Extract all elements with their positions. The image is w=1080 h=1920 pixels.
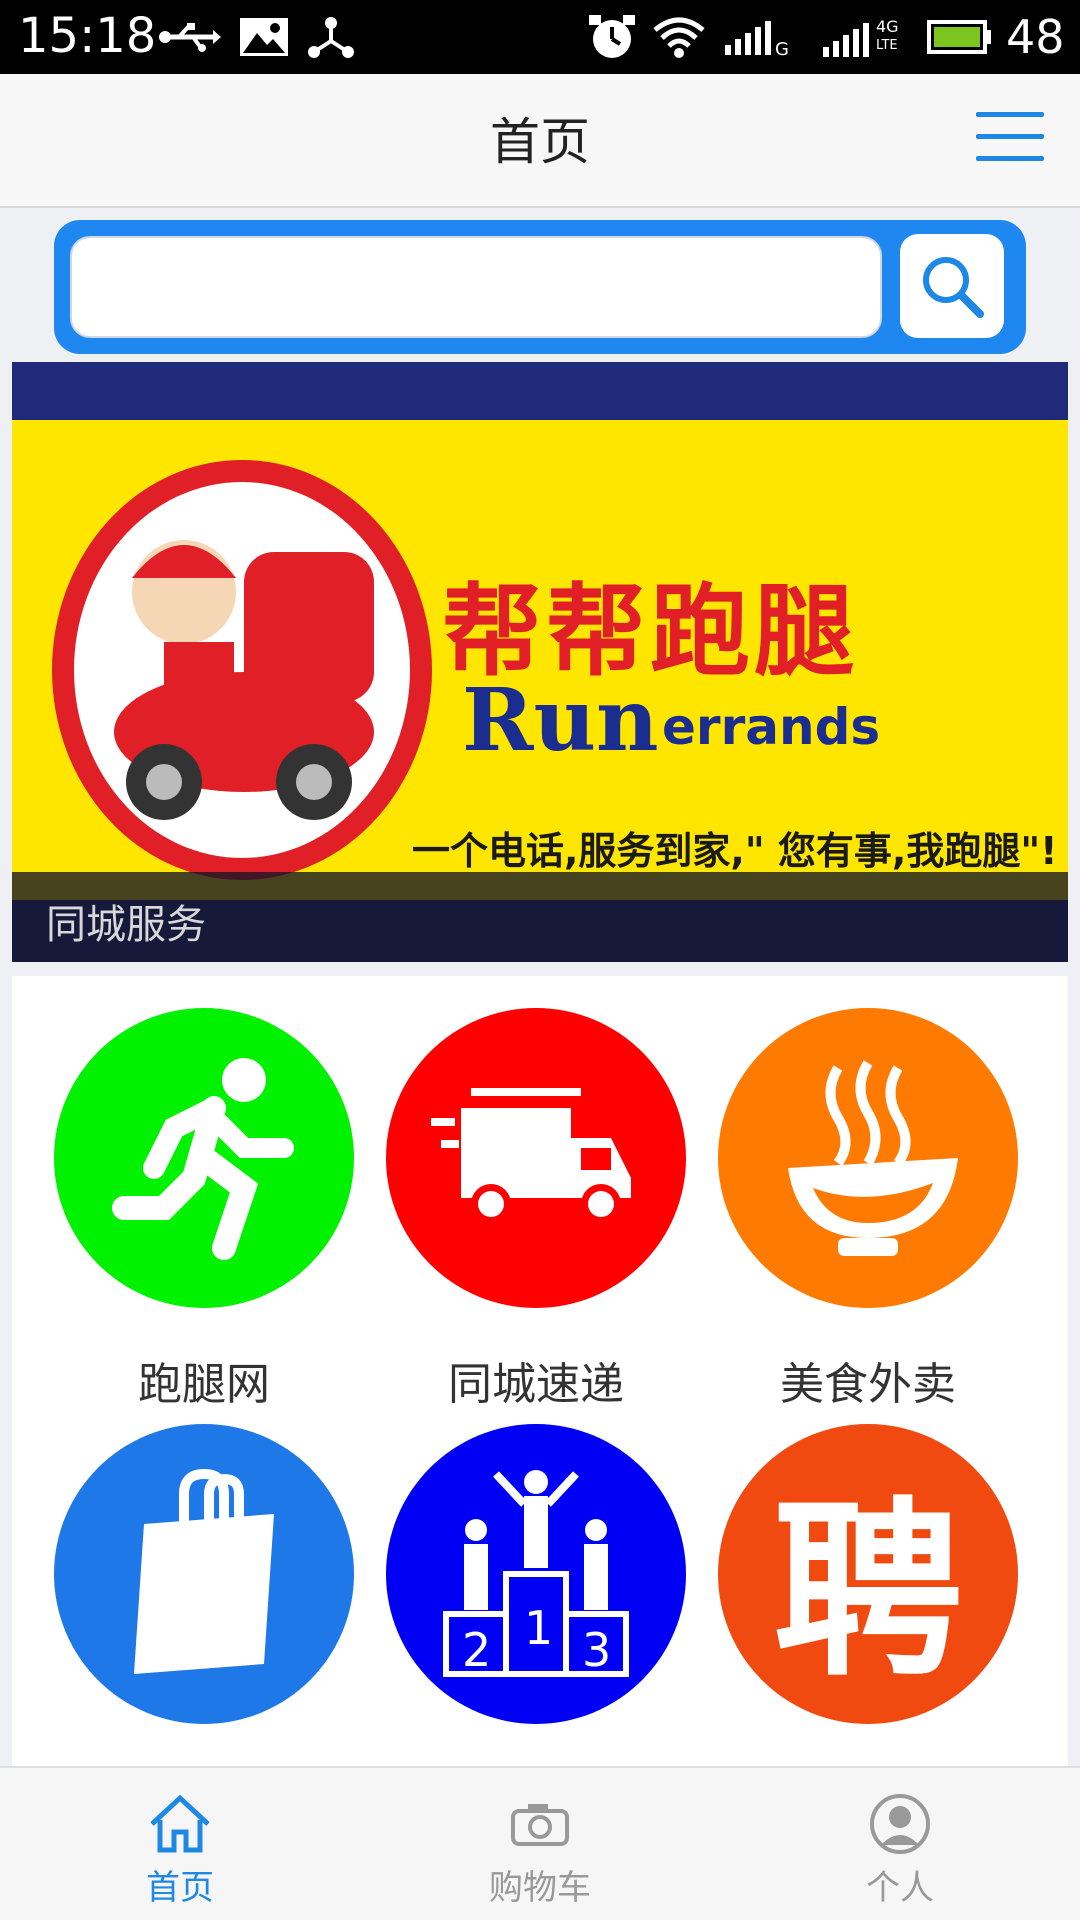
- brand-run-text: Run: [462, 670, 659, 771]
- menu-bar-icon: [976, 134, 1044, 139]
- network-lte-label: LTE: [876, 38, 898, 53]
- alarm-icon: [586, 12, 638, 62]
- svg-text:2: 2: [462, 1623, 491, 1677]
- search-button[interactable]: [900, 234, 1004, 338]
- status-bar: 15:18 G 4G LTE 48: [0, 0, 1080, 74]
- tab-home[interactable]: 首页: [80, 1768, 280, 1920]
- banner-caption-text: 同城服务: [46, 902, 206, 948]
- tab-label: 个人: [866, 1868, 934, 1908]
- battery-icon: [926, 12, 994, 62]
- share-icon: [306, 12, 356, 62]
- network-4g-label: 4G: [876, 17, 899, 36]
- wifi-icon: [652, 12, 706, 62]
- service-label: 美食外卖: [780, 1359, 956, 1410]
- tab-profile[interactable]: 个人: [800, 1768, 1000, 1920]
- camera-icon: [490, 1784, 590, 1864]
- home-icon: [130, 1784, 230, 1864]
- promo-banner[interactable]: 帮帮跑腿 Run errands 一个电话,服务到家," 您有事,我跑腿"! 同…: [12, 362, 1068, 962]
- shopping-bag-icon: [54, 1424, 354, 1724]
- service-label: 跑腿网: [138, 1359, 270, 1410]
- delivery-truck-icon: [386, 1008, 686, 1308]
- service-grid: 跑腿网 同城速递 美食外卖 12 3 聘: [12, 976, 1068, 1766]
- service-item-express[interactable]: 同城速递: [386, 1008, 686, 1410]
- app-header: 首页: [0, 74, 1080, 208]
- brand-slogan: 一个电话,服务到家," 您有事,我跑腿"!: [412, 829, 1058, 873]
- bottom-tab-bar: 首页 购物车 个人: [0, 1766, 1080, 1920]
- svg-text:3: 3: [582, 1623, 611, 1677]
- recruit-icon: 聘: [718, 1424, 1018, 1724]
- image-icon: [238, 12, 290, 62]
- service-item-shopping[interactable]: [54, 1424, 354, 1824]
- banner-caption: 同城服务: [12, 872, 1068, 962]
- search-input[interactable]: [70, 236, 882, 338]
- tab-cart[interactable]: 购物车: [440, 1768, 640, 1920]
- status-time: 15:18: [18, 8, 157, 64]
- brand-errands-text: errands: [662, 698, 881, 756]
- usb-icon: [158, 12, 222, 62]
- tab-label: 购物车: [489, 1868, 591, 1908]
- page-title: 首页: [490, 113, 590, 171]
- service-item-food[interactable]: 美食外卖: [718, 1008, 1018, 1410]
- search-bar: [54, 220, 1026, 354]
- service-item-ranking[interactable]: 12 3: [386, 1424, 686, 1824]
- signal-icon: G: [722, 12, 796, 62]
- svg-text:1: 1: [524, 1601, 553, 1655]
- tab-label: 首页: [146, 1868, 214, 1908]
- menu-bar-icon: [976, 112, 1044, 117]
- battery-level: 48: [1006, 10, 1065, 64]
- courier-logo-image: [52, 460, 432, 880]
- service-item-errands[interactable]: 跑腿网: [54, 1008, 354, 1410]
- svg-text:G: G: [775, 39, 789, 57]
- user-icon: [850, 1784, 950, 1864]
- service-item-recruit[interactable]: 聘: [718, 1424, 1018, 1824]
- recruit-glyph: 聘: [772, 1480, 963, 1702]
- menu-bar-icon: [976, 156, 1044, 161]
- podium-icon: 12 3: [386, 1424, 686, 1724]
- service-label: 同城速递: [448, 1359, 624, 1410]
- running-man-icon: [54, 1008, 354, 1308]
- banner-background: 帮帮跑腿 Run errands 一个电话,服务到家," 您有事,我跑腿"!: [12, 420, 1068, 900]
- search-icon: [923, 257, 984, 318]
- food-bowl-icon: [718, 1008, 1018, 1308]
- menu-button[interactable]: [976, 110, 1044, 166]
